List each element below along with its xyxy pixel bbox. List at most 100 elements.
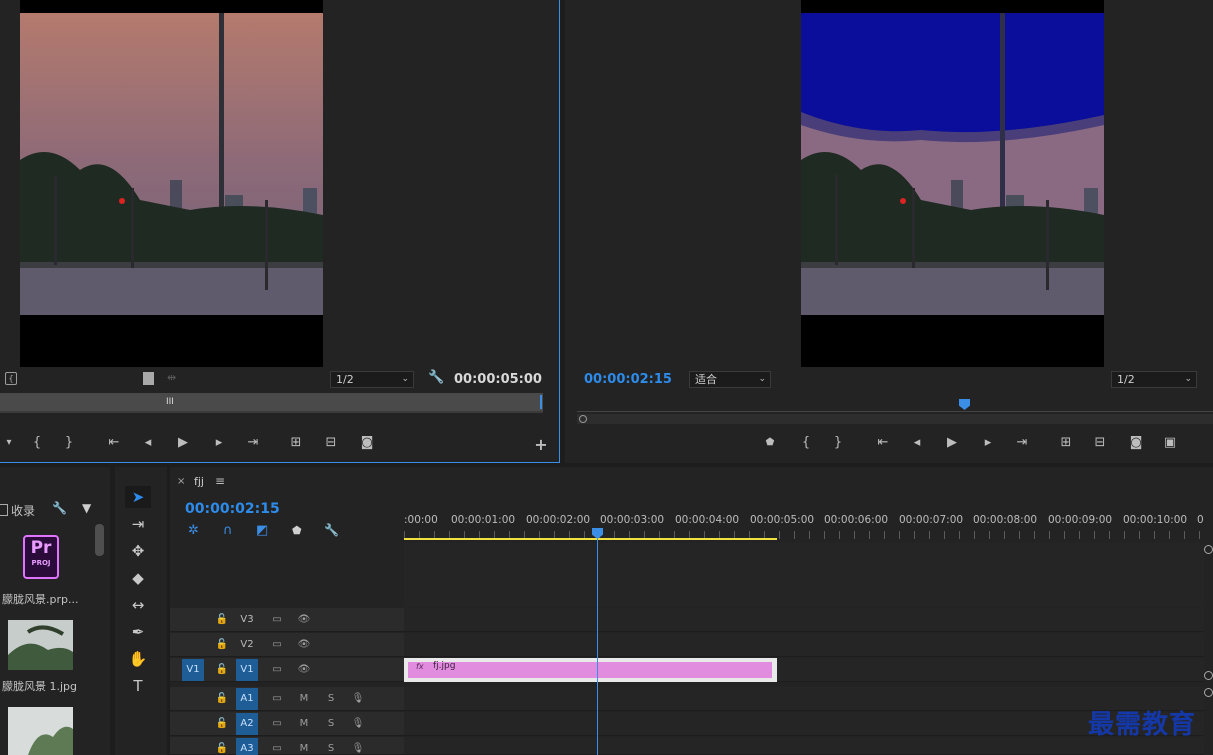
track-target-v2[interactable]: V2 [236,634,258,656]
track-lane-a3[interactable] [404,737,1204,755]
play-icon[interactable]: ▶ [174,434,192,452]
program-fit-dropdown[interactable]: 适合 ⌄ [689,371,771,388]
lock-icon[interactable]: 🔓 [214,713,230,735]
add-marker-icon[interactable]: ⬟ [292,524,302,537]
project-file-icon[interactable]: Pr PROJ [23,535,59,579]
scroll-handle[interactable] [1204,688,1213,697]
sync-lock-icon[interactable]: ▭ [269,688,285,710]
eye-icon[interactable]: 👁 [296,634,312,656]
source-zoom-dropdown[interactable]: 1/2 ⌄ [330,371,414,388]
wrench-icon[interactable]: 🔧 [428,370,444,385]
lock-icon[interactable]: 🔓 [214,659,230,681]
thumbnail-image[interactable] [8,707,73,755]
lock-icon[interactable]: 🔓 [214,688,230,710]
extract-icon[interactable]: ⊟ [1091,434,1109,452]
wrench-icon[interactable]: 🔧 [324,523,339,537]
lift-icon[interactable]: ⊞ [1057,434,1075,452]
play-icon[interactable]: ▶ [943,434,961,452]
wrench-icon[interactable]: 🔧 [52,501,67,515]
solo-button[interactable]: S [323,688,339,710]
mark-in-icon[interactable]: { [28,434,46,452]
insert-icon[interactable]: ⊞ [287,434,305,452]
scroll-handle[interactable] [579,415,587,423]
source-insert-icon[interactable] [143,372,154,385]
scroll-handle[interactable] [1204,545,1213,554]
source-scrub-handle[interactable]: III [166,397,174,407]
solo-button[interactable]: S [323,738,339,755]
clip[interactable]: fx fj.jpg [404,658,777,682]
type-tool-icon[interactable]: T [125,675,151,697]
filter-icon[interactable]: ▼ [82,501,91,515]
bin-checkbox[interactable] [0,504,8,516]
project-item-name[interactable]: 朦胧风景.prp... [2,591,78,607]
solo-button[interactable]: S [323,713,339,735]
sync-lock-icon[interactable]: ▭ [269,713,285,735]
linked-select-icon[interactable]: ◩ [256,523,268,538]
add-marker-icon[interactable]: ▾ [0,434,18,452]
eye-icon[interactable]: 👁 [296,609,312,631]
camera-icon[interactable]: ◙ [358,434,376,452]
tab-menu-icon[interactable]: ≡ [215,474,225,488]
close-tab-icon[interactable]: × [177,476,185,487]
track-lane-v2[interactable] [404,633,1204,657]
track-target-a1[interactable]: A1 [236,688,258,710]
hand-tool-icon[interactable]: ✋ [125,648,151,670]
go-to-out-icon[interactable]: ⇥ [244,434,262,452]
nest-icon[interactable]: ✲ [188,523,199,538]
go-to-out-icon[interactable]: ⇥ [1013,434,1031,452]
mark-out-icon[interactable]: } [60,434,78,452]
project-scrollbar[interactable] [95,524,104,556]
step-forward-icon[interactable]: ▸ [210,434,228,452]
mic-icon[interactable]: 🎙 [350,713,366,735]
snap-icon[interactable]: ∩ [223,523,233,538]
sync-lock-icon[interactable]: ▭ [269,738,285,755]
track-lane-v1[interactable]: fx fj.jpg [404,658,1204,682]
selection-tool-icon[interactable]: ➤ [125,486,151,508]
source-scrub-bar[interactable]: III [0,393,543,411]
project-item-name[interactable]: 朦胧风景 1.jpg [2,678,77,694]
program-ruler[interactable] [577,398,1213,412]
slip-tool-icon[interactable]: ↔ [125,594,151,616]
mic-icon[interactable]: 🎙 [350,738,366,755]
track-lane-a2[interactable] [404,712,1204,736]
track-target-a3[interactable]: A3 [236,738,258,755]
time-ruler[interactable]: :00:00 00:00:01:00 00:00:02:00 00:00:03:… [404,507,1213,541]
source-settings-icon[interactable]: { [5,372,17,385]
overwrite-icon[interactable]: ⊟ [322,434,340,452]
sync-lock-icon[interactable]: ▭ [269,609,285,631]
track-target-a2[interactable]: A2 [236,713,258,735]
track-select-tool-icon[interactable]: ⇥ [125,513,151,535]
mute-button[interactable]: M [296,688,312,710]
lock-icon[interactable]: 🔓 [214,609,230,631]
track-lane-a1[interactable] [404,687,1204,711]
lock-icon[interactable]: 🔓 [214,738,230,755]
step-back-icon[interactable]: ◂ [908,434,926,452]
mark-out-icon[interactable]: } [829,434,847,452]
track-target-v3[interactable]: V3 [236,609,258,631]
compare-icon[interactable]: ▣ [1161,434,1179,452]
mark-in-icon[interactable]: { [797,434,815,452]
step-back-icon[interactable]: ◂ [139,434,157,452]
razor-tool-icon[interactable]: ◆ [125,567,151,589]
source-patch-v1[interactable]: V1 [182,659,204,681]
program-zoom-dropdown[interactable]: 1/2 ⌄ [1111,371,1197,388]
program-scroll-bar[interactable] [577,414,1213,424]
go-to-in-icon[interactable]: ⇤ [105,434,123,452]
sync-lock-icon[interactable]: ▭ [269,634,285,656]
add-marker-icon[interactable]: ⬟ [761,434,779,452]
add-button-icon[interactable]: + [532,436,550,454]
thumbnail-image[interactable] [8,620,73,670]
sync-lock-icon[interactable]: ▭ [269,659,285,681]
program-timecode[interactable]: 00:00:02:15 [584,372,672,387]
eye-icon[interactable]: 👁 [296,659,312,681]
work-area-bar[interactable] [404,538,777,540]
step-forward-icon[interactable]: ▸ [979,434,997,452]
scroll-handle[interactable] [1204,671,1213,680]
ripple-edit-tool-icon[interactable]: ✥ [125,540,151,562]
track-target-v1[interactable]: V1 [236,659,258,681]
track-lane-v3[interactable] [404,608,1204,632]
pen-tool-icon[interactable]: ✒ [125,621,151,643]
sequence-tab[interactable]: fjj [194,475,204,488]
lock-icon[interactable]: 🔓 [214,634,230,656]
source-drag-audio-icon[interactable]: ⇹ [167,371,176,384]
